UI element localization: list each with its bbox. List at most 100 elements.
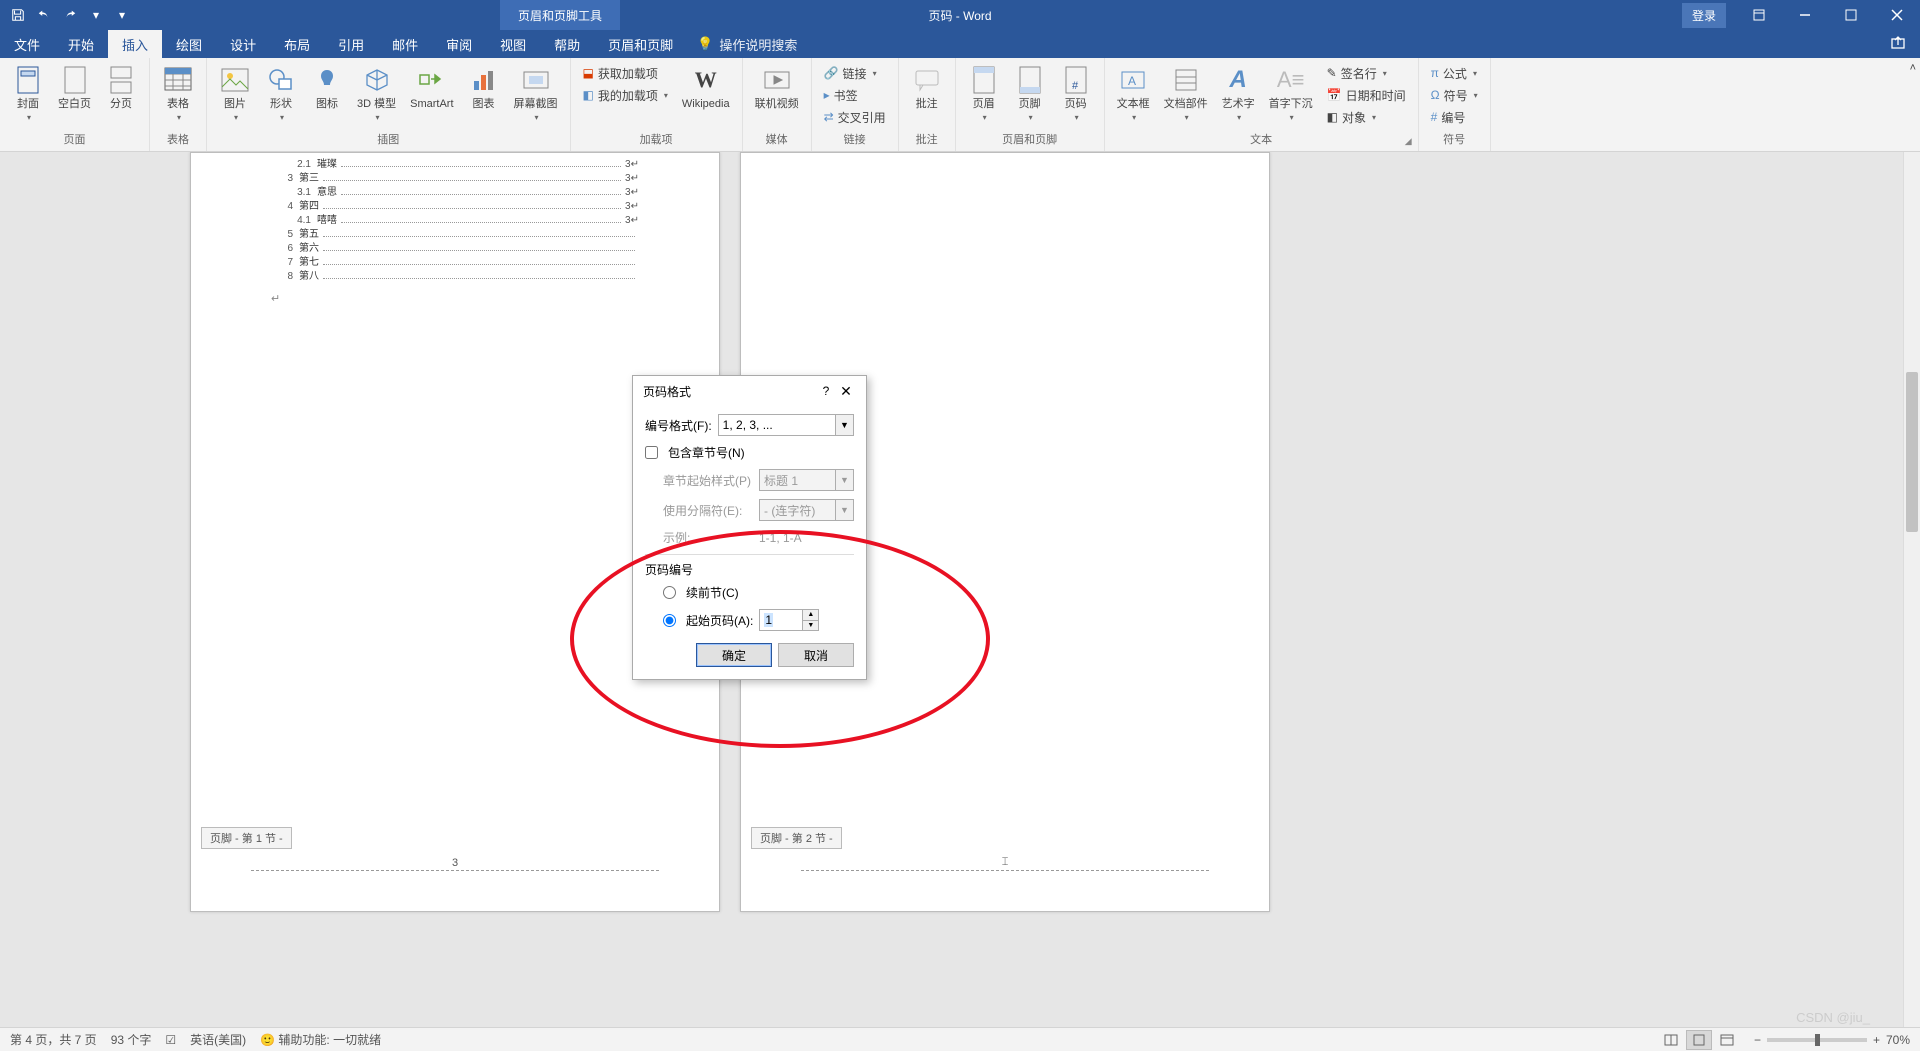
ok-button[interactable]: 确定 bbox=[696, 643, 772, 667]
number-button[interactable]: #编号 bbox=[1427, 106, 1482, 128]
quick-parts-button[interactable]: 文档部件▾ bbox=[1160, 62, 1212, 124]
get-addins-button[interactable]: ⬓获取加载项 bbox=[579, 62, 672, 84]
collapse-ribbon-icon[interactable]: ˄ bbox=[1906, 58, 1920, 151]
qat-more-icon[interactable]: ▾ bbox=[110, 3, 134, 27]
view-read-mode-icon[interactable] bbox=[1658, 1030, 1684, 1050]
chart-button[interactable]: 图表 bbox=[464, 62, 504, 113]
watermark: CSDN @jiu_ bbox=[1796, 1010, 1870, 1025]
tell-me-label: 操作说明搜索 bbox=[719, 35, 797, 54]
footer-button[interactable]: 页脚▾ bbox=[1010, 62, 1050, 124]
header-button[interactable]: 页眉▾ bbox=[964, 62, 1004, 124]
3d-models-button[interactable]: 3D 模型▾ bbox=[353, 62, 400, 124]
start-at-input[interactable]: 1 ▲▼ bbox=[759, 609, 819, 631]
vertical-scrollbar[interactable] bbox=[1903, 152, 1920, 1027]
smartart-button[interactable]: SmartArt bbox=[406, 62, 457, 113]
tab-view[interactable]: 视图 bbox=[486, 30, 540, 58]
footer-page-number[interactable]: 3 bbox=[452, 857, 458, 869]
login-button[interactable]: 登录 bbox=[1682, 3, 1726, 28]
spinner-up-icon[interactable]: ▲ bbox=[803, 610, 818, 621]
footer-cursor[interactable]: ⌶ bbox=[1002, 856, 1009, 869]
redo-icon[interactable] bbox=[58, 3, 82, 27]
maximize-icon[interactable] bbox=[1828, 0, 1874, 30]
minimize-icon[interactable] bbox=[1782, 0, 1828, 30]
cancel-button[interactable]: 取消 bbox=[778, 643, 854, 667]
symbol-button[interactable]: Ω符号▾ bbox=[1427, 84, 1482, 106]
ribbon-display-options-icon[interactable] bbox=[1736, 0, 1782, 30]
quickparts-icon bbox=[1170, 64, 1202, 96]
date-time-button[interactable]: 📅日期和时间 bbox=[1323, 84, 1410, 106]
status-language[interactable]: 英语(美国) bbox=[190, 1031, 246, 1048]
toc-row: 2.1璀璨3↵ bbox=[271, 158, 639, 172]
wikipedia-button[interactable]: WWikipedia bbox=[678, 62, 734, 113]
tab-mailings[interactable]: 邮件 bbox=[378, 30, 432, 58]
dialog-help-icon[interactable]: ? bbox=[816, 384, 836, 398]
page-break-button[interactable]: 分页 bbox=[101, 62, 141, 113]
tab-help[interactable]: 帮助 bbox=[540, 30, 594, 58]
textbox-button[interactable]: A文本框▾ bbox=[1113, 62, 1154, 124]
view-web-layout-icon[interactable] bbox=[1714, 1030, 1740, 1050]
equation-button[interactable]: π公式▾ bbox=[1427, 62, 1482, 84]
table-of-contents: 2.1璀璨3↵3第三3↵3.1意思3↵4第四3↵4.1嘻嘻3↵5第五6第六7第七… bbox=[271, 158, 639, 284]
comment-button[interactable]: 批注 bbox=[907, 62, 947, 113]
tab-insert[interactable]: 插入 bbox=[108, 30, 162, 58]
store-icon: ⬓ bbox=[583, 66, 594, 80]
qat-customize-icon[interactable]: ▾ bbox=[84, 3, 108, 27]
status-proofing-icon[interactable]: ☑ bbox=[165, 1033, 176, 1047]
tab-draw[interactable]: 绘图 bbox=[162, 30, 216, 58]
zoom-level[interactable]: 70% bbox=[1886, 1033, 1910, 1047]
online-video-button[interactable]: 联机视频 bbox=[751, 62, 803, 113]
zoom-out-icon[interactable]: − bbox=[1754, 1033, 1761, 1047]
zoom-thumb[interactable] bbox=[1815, 1034, 1820, 1046]
status-accessibility[interactable]: 🙂 辅助功能: 一切就绪 bbox=[260, 1031, 381, 1048]
link-button[interactable]: 🔗链接▾ bbox=[820, 62, 890, 84]
tab-design[interactable]: 设计 bbox=[216, 30, 270, 58]
group-pages: 页面 bbox=[8, 131, 141, 149]
include-chapter-checkbox[interactable] bbox=[645, 446, 658, 459]
zoom-slider[interactable]: − + 70% bbox=[1754, 1033, 1910, 1047]
tab-home[interactable]: 开始 bbox=[54, 30, 108, 58]
table-button[interactable]: 表格▾ bbox=[158, 62, 198, 124]
zoom-track[interactable] bbox=[1767, 1038, 1867, 1042]
zoom-in-icon[interactable]: + bbox=[1873, 1033, 1880, 1047]
close-icon[interactable] bbox=[1874, 0, 1920, 30]
page-number-format-dialog: 页码格式 ? ✕ 编号格式(F): 1, 2, 3, ...▼ 包含章节号(N)… bbox=[632, 375, 867, 680]
video-icon bbox=[761, 64, 793, 96]
tab-file[interactable]: 文件 bbox=[0, 30, 54, 58]
dialog-launcher-icon[interactable]: ◢ bbox=[1405, 136, 1412, 147]
tab-layout[interactable]: 布局 bbox=[270, 30, 324, 58]
object-button[interactable]: ◧对象▾ bbox=[1323, 106, 1410, 128]
tell-me-search[interactable]: 💡 操作说明搜索 bbox=[697, 35, 797, 54]
icons-button[interactable]: 图标 bbox=[307, 62, 347, 113]
start-at-radio[interactable] bbox=[663, 614, 676, 627]
cover-page-button[interactable]: 封面▾ bbox=[8, 62, 48, 124]
cross-reference-button[interactable]: ⇄交叉引用 bbox=[820, 106, 890, 128]
save-icon[interactable] bbox=[6, 3, 30, 27]
blank-page-button[interactable]: 空白页 bbox=[54, 62, 95, 113]
status-page[interactable]: 第 4 页，共 7 页 bbox=[10, 1031, 97, 1048]
group-illustrations: 插图 bbox=[215, 131, 562, 149]
share-icon[interactable] bbox=[1890, 35, 1906, 54]
number-format-combo[interactable]: 1, 2, 3, ...▼ bbox=[718, 414, 854, 436]
undo-icon[interactable] bbox=[32, 3, 56, 27]
view-print-layout-icon[interactable] bbox=[1686, 1030, 1712, 1050]
screenshot-button[interactable]: 屏幕截图▾ bbox=[510, 62, 562, 124]
shapes-button[interactable]: 形状▾ bbox=[261, 62, 301, 124]
group-addins: 加载项 bbox=[579, 131, 734, 149]
signature-line-button[interactable]: ✎签名行▾ bbox=[1323, 62, 1410, 84]
wordart-button[interactable]: A艺术字▾ bbox=[1218, 62, 1259, 124]
tab-header-footer[interactable]: 页眉和页脚 bbox=[594, 30, 687, 58]
status-word-count[interactable]: 93 个字 bbox=[111, 1031, 152, 1048]
dropcap-button[interactable]: A≡首字下沉▾ bbox=[1265, 62, 1317, 124]
pictures-button[interactable]: 图片▾ bbox=[215, 62, 255, 124]
shapes-icon bbox=[265, 64, 297, 96]
tab-review[interactable]: 审阅 bbox=[432, 30, 486, 58]
tab-references[interactable]: 引用 bbox=[324, 30, 378, 58]
my-addins-button[interactable]: ◧我的加载项▾ bbox=[579, 84, 672, 106]
dialog-close-icon[interactable]: ✕ bbox=[836, 383, 856, 400]
page-number-button[interactable]: #页码▾ bbox=[1056, 62, 1096, 124]
spinner-down-icon[interactable]: ▼ bbox=[803, 621, 818, 631]
scroll-thumb[interactable] bbox=[1906, 372, 1918, 532]
continue-radio[interactable] bbox=[663, 586, 676, 599]
chevron-down-icon[interactable]: ▼ bbox=[835, 415, 853, 435]
bookmark-button[interactable]: ▸书签 bbox=[820, 84, 890, 106]
